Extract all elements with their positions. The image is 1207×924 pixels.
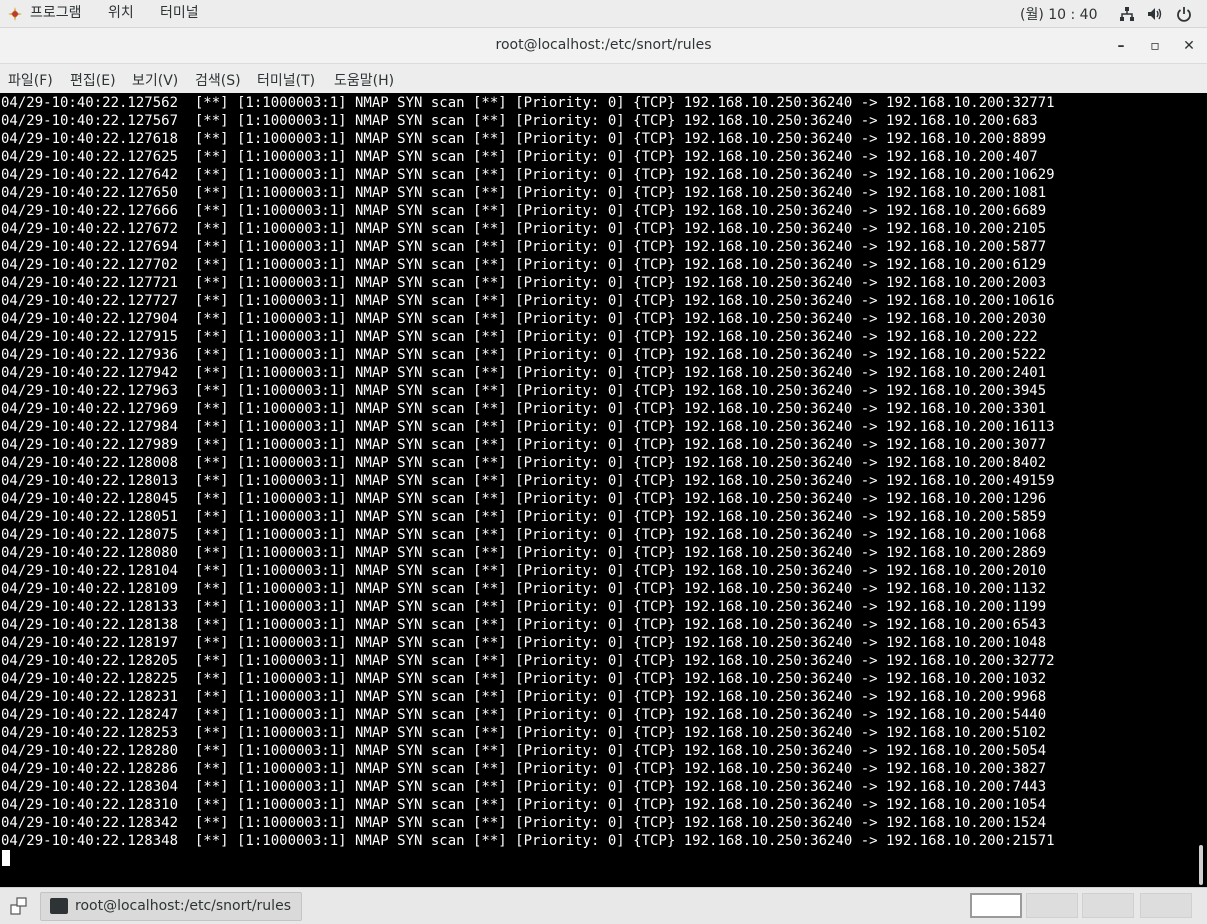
bottom-panel: root@localhost:/etc/snort/rules bbox=[0, 887, 1207, 924]
terminal-line: 04/29-10:40:22.128051 [**] [1:1000003:1]… bbox=[1, 509, 1047, 525]
terminal-line: 04/29-10:40:22.127625 [**] [1:1000003:1]… bbox=[1, 149, 1038, 165]
top-panel: 프로그램 위치 터미널 (월) 10 : 40 bbox=[0, 0, 1207, 28]
terminal-icon bbox=[50, 898, 68, 914]
terminal-line: 04/29-10:40:22.128080 [**] [1:1000003:1]… bbox=[1, 545, 1047, 561]
terminal-line: 04/29-10:40:22.128231 [**] [1:1000003:1]… bbox=[1, 689, 1047, 705]
terminal-line: 04/29-10:40:22.127650 [**] [1:1000003:1]… bbox=[1, 185, 1047, 201]
terminal-line: 04/29-10:40:22.128205 [**] [1:1000003:1]… bbox=[1, 653, 1055, 669]
terminal-line: 04/29-10:40:22.128133 [**] [1:1000003:1]… bbox=[1, 599, 1047, 615]
terminal-line: 04/29-10:40:22.127969 [**] [1:1000003:1]… bbox=[1, 401, 1047, 417]
scrollbar-thumb[interactable] bbox=[1199, 845, 1203, 885]
terminal-line: 04/29-10:40:22.128197 [**] [1:1000003:1]… bbox=[1, 635, 1047, 651]
minimize-button[interactable]: – bbox=[1111, 36, 1131, 56]
window-titlebar[interactable]: root@localhost:/etc/snort/rules – ▫ ✕ bbox=[0, 28, 1207, 64]
terminal-line: 04/29-10:40:22.127618 [**] [1:1000003:1]… bbox=[1, 131, 1047, 147]
terminal-line: 04/29-10:40:22.127567 [**] [1:1000003:1]… bbox=[1, 113, 1038, 129]
power-icon[interactable] bbox=[1175, 5, 1193, 23]
menu-search[interactable]: 검색(S) bbox=[195, 70, 241, 90]
terminal-app-menu[interactable]: 터미널 bbox=[160, 4, 199, 22]
terminal-line: 04/29-10:40:22.127963 [**] [1:1000003:1]… bbox=[1, 383, 1047, 399]
menu-view[interactable]: 보기(V) bbox=[132, 70, 178, 90]
terminal-line: 04/29-10:40:22.128342 [**] [1:1000003:1]… bbox=[1, 815, 1047, 831]
menu-terminal[interactable]: 터미널(T) bbox=[257, 70, 315, 90]
terminal-line: 04/29-10:40:22.127642 [**] [1:1000003:1]… bbox=[1, 167, 1055, 183]
scrollbar[interactable] bbox=[1196, 93, 1207, 887]
terminal-line: 04/29-10:40:22.128045 [**] [1:1000003:1]… bbox=[1, 491, 1047, 507]
workspace-4[interactable] bbox=[1140, 893, 1192, 918]
terminal-line: 04/29-10:40:22.128104 [**] [1:1000003:1]… bbox=[1, 563, 1047, 579]
terminal-line: 04/29-10:40:22.127984 [**] [1:1000003:1]… bbox=[1, 419, 1055, 435]
terminal-line: 04/29-10:40:22.128310 [**] [1:1000003:1]… bbox=[1, 797, 1047, 813]
terminal-line: 04/29-10:40:22.127694 [**] [1:1000003:1]… bbox=[1, 239, 1047, 255]
terminal-line: 04/29-10:40:22.128304 [**] [1:1000003:1]… bbox=[1, 779, 1047, 795]
terminal-line: 04/29-10:40:22.128286 [**] [1:1000003:1]… bbox=[1, 761, 1047, 777]
terminal-line: 04/29-10:40:22.127702 [**] [1:1000003:1]… bbox=[1, 257, 1047, 273]
taskbar-window-label: root@localhost:/etc/snort/rules bbox=[75, 898, 291, 914]
workspace-3[interactable] bbox=[1082, 893, 1134, 918]
terminal-line: 04/29-10:40:22.128138 [**] [1:1000003:1]… bbox=[1, 617, 1047, 633]
terminal-line: 04/29-10:40:22.127936 [**] [1:1000003:1]… bbox=[1, 347, 1047, 363]
terminal-line: 04/29-10:40:22.127721 [**] [1:1000003:1]… bbox=[1, 275, 1047, 291]
terminal-line: 04/29-10:40:22.127666 [**] [1:1000003:1]… bbox=[1, 203, 1047, 219]
terminal-line: 04/29-10:40:22.127915 [**] [1:1000003:1]… bbox=[1, 329, 1038, 345]
menu-help[interactable]: 도움말(H) bbox=[334, 70, 394, 90]
taskbar-window-button[interactable]: root@localhost:/etc/snort/rules bbox=[40, 892, 302, 921]
terminal-line: 04/29-10:40:22.128109 [**] [1:1000003:1]… bbox=[1, 581, 1047, 597]
applications-menu[interactable]: 프로그램 bbox=[30, 4, 82, 22]
terminal-line: 04/29-10:40:22.127727 [**] [1:1000003:1]… bbox=[1, 293, 1055, 309]
menu-file[interactable]: 파일(F) bbox=[8, 70, 53, 90]
terminal-line: 04/29-10:40:22.128075 [**] [1:1000003:1]… bbox=[1, 527, 1047, 543]
terminal-line: 04/29-10:40:22.127562 [**] [1:1000003:1]… bbox=[1, 95, 1055, 111]
terminal-line: 04/29-10:40:22.128013 [**] [1:1000003:1]… bbox=[1, 473, 1055, 489]
terminal-line: 04/29-10:40:22.128247 [**] [1:1000003:1]… bbox=[1, 707, 1047, 723]
terminal-output[interactable]: 04/29-10:40:22.127562 [**] [1:1000003:1]… bbox=[0, 93, 1207, 887]
menu-bar: 파일(F) 편집(E) 보기(V) 검색(S) 터미널(T) 도움말(H) bbox=[0, 64, 1207, 93]
clock[interactable]: (월) 10 : 40 bbox=[1020, 4, 1098, 24]
terminal-line: 04/29-10:40:22.128225 [**] [1:1000003:1]… bbox=[1, 671, 1047, 687]
menu-edit[interactable]: 편집(E) bbox=[70, 70, 116, 90]
maximize-button[interactable]: ▫ bbox=[1145, 36, 1165, 56]
show-desktop-icon[interactable] bbox=[9, 896, 29, 916]
terminal-lines: 04/29-10:40:22.127562 [**] [1:1000003:1]… bbox=[1, 94, 1055, 850]
window-title: root@localhost:/etc/snort/rules bbox=[495, 37, 712, 53]
apps-menu-icon[interactable] bbox=[8, 7, 22, 21]
workspace-2[interactable] bbox=[1026, 893, 1078, 918]
terminal-line: 04/29-10:40:22.127942 [**] [1:1000003:1]… bbox=[1, 365, 1047, 381]
terminal-line: 04/29-10:40:22.127672 [**] [1:1000003:1]… bbox=[1, 221, 1047, 237]
terminal-line: 04/29-10:40:22.127989 [**] [1:1000003:1]… bbox=[1, 437, 1047, 453]
terminal-line: 04/29-10:40:22.128348 [**] [1:1000003:1]… bbox=[1, 833, 1055, 849]
network-icon[interactable] bbox=[1118, 5, 1136, 23]
terminal-line: 04/29-10:40:22.128008 [**] [1:1000003:1]… bbox=[1, 455, 1047, 471]
places-menu[interactable]: 위치 bbox=[108, 4, 134, 22]
terminal-line: 04/29-10:40:22.127904 [**] [1:1000003:1]… bbox=[1, 311, 1047, 327]
volume-icon[interactable] bbox=[1146, 5, 1164, 23]
terminal-line: 04/29-10:40:22.128280 [**] [1:1000003:1]… bbox=[1, 743, 1047, 759]
close-button[interactable]: ✕ bbox=[1179, 36, 1199, 56]
text-cursor bbox=[2, 850, 10, 866]
workspace-1[interactable] bbox=[970, 893, 1022, 918]
terminal-line: 04/29-10:40:22.128253 [**] [1:1000003:1]… bbox=[1, 725, 1047, 741]
